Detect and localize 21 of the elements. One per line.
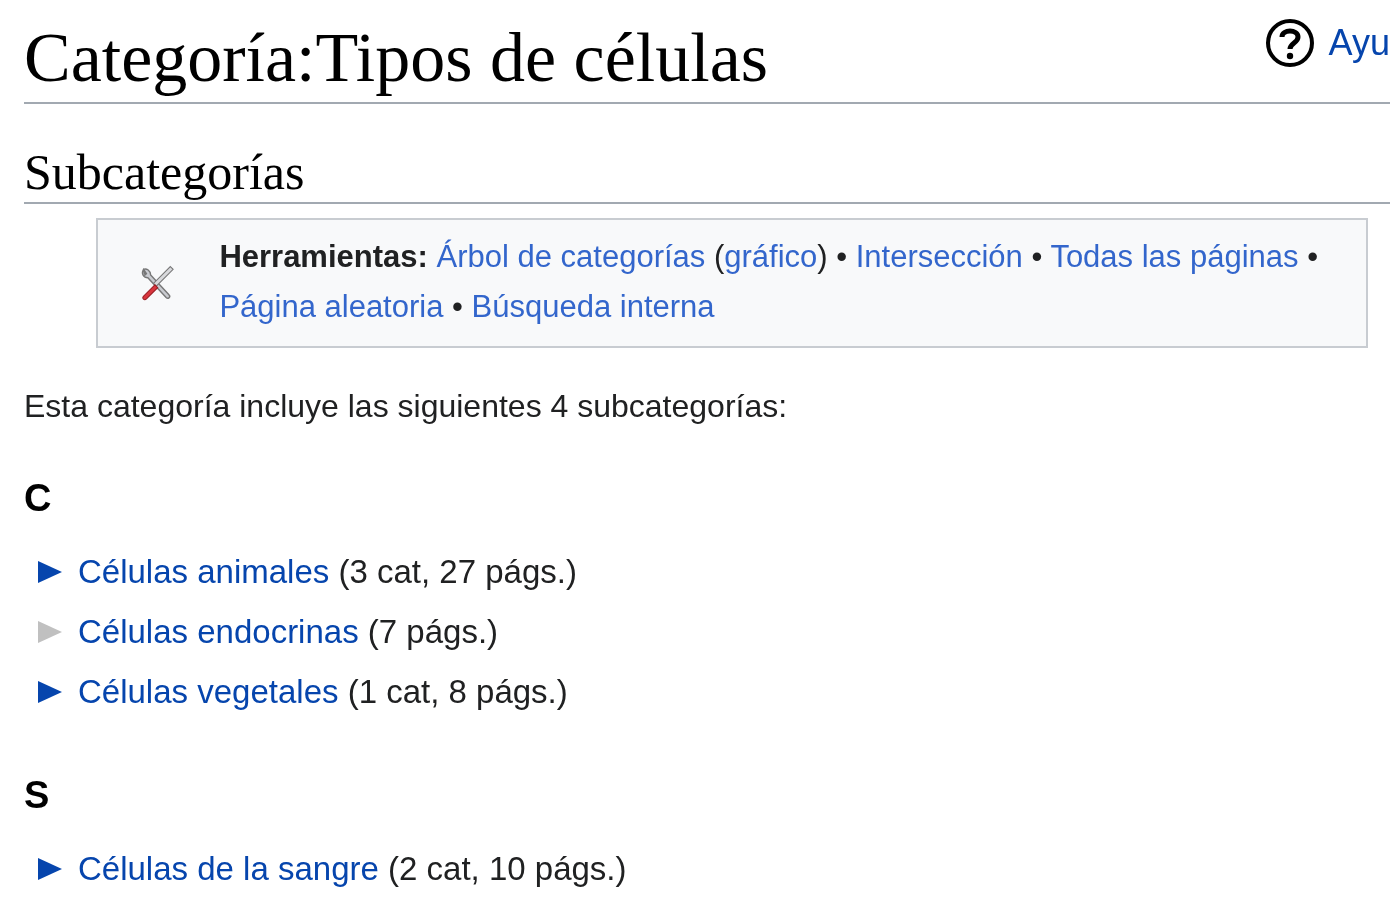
page-count: (3 cat, 27 págs.): [338, 552, 577, 590]
tool-link[interactable]: Todas las páginas: [1050, 238, 1299, 274]
section-heading: Subcategorías: [24, 141, 1390, 204]
page-count: (7 págs.): [367, 612, 499, 650]
tool-link[interactable]: Página aleatoria: [219, 288, 444, 324]
page-count: (1 cat, 8 págs.): [347, 672, 568, 710]
tool-link[interactable]: Intersección: [855, 238, 1023, 274]
help-icon[interactable]: [1264, 18, 1315, 68]
tool-link[interactable]: gráfico: [724, 238, 818, 274]
letter-heading: C: [24, 476, 53, 520]
subcategory-link[interactable]: Células de la sangre: [78, 849, 379, 887]
subcategory-link[interactable]: Células vegetales: [78, 672, 339, 710]
tool-link[interactable]: Búsqueda interna: [471, 288, 715, 324]
subcategory-link[interactable]: Células endocrinas: [78, 612, 359, 650]
page-count: (2 cat, 10 págs.): [388, 849, 627, 887]
intro-text: Esta categoría incluye las siguientes 4 subcategorías:: [24, 387, 789, 425]
tool-link[interactable]: Árbol de categorías: [436, 238, 706, 274]
tools-links-text: Herramientas: Árbol de categorías (gráfico) • Intersección • Todas las páginas • Página aleatoria • Búsqueda interna: [219, 237, 1319, 326]
letter-heading: S: [24, 773, 51, 817]
help-link[interactable]: Ayu: [1328, 22, 1390, 64]
subcategory-link[interactable]: Células animales: [78, 552, 330, 590]
